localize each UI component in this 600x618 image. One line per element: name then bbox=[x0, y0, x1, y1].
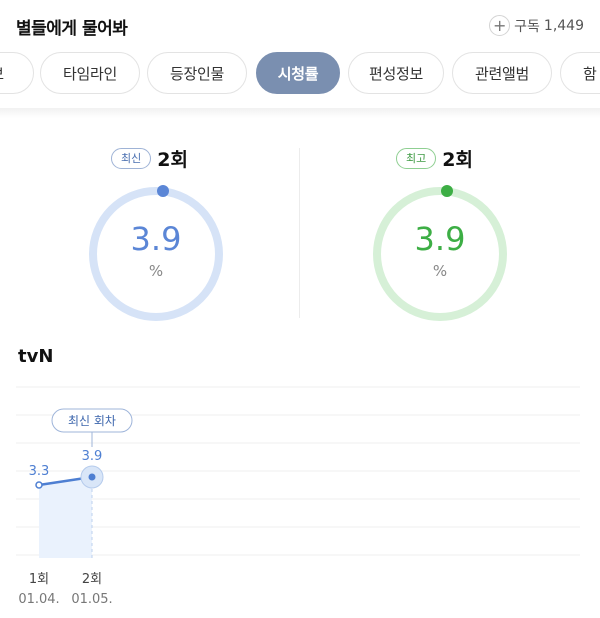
tab-label: 보 bbox=[0, 63, 4, 84]
latest-episode: 2회 bbox=[157, 149, 188, 171]
ratings-chart: 3.3 3.9 최신 회차 1회 01.04. 2회 01.05. bbox=[16, 386, 580, 607]
tab-label: 등장인물 bbox=[169, 64, 224, 83]
tab-timeline[interactable]: 타임라인 bbox=[40, 52, 140, 94]
program-title: 별들에게 물어봐 bbox=[16, 19, 128, 39]
x-tick-episode: 1회 bbox=[29, 572, 49, 587]
tab-shadow bbox=[0, 108, 600, 118]
latest-rating-unit: % bbox=[148, 262, 164, 280]
ring-indicator bbox=[441, 185, 453, 197]
x-tick-date: 01.04. bbox=[18, 592, 59, 607]
highest-badge: 최고 bbox=[396, 148, 437, 169]
gauge-divider bbox=[299, 148, 300, 318]
highest-rating-unit: % bbox=[432, 262, 448, 280]
header: 별들에게 물어봐 + 구독 1,449 bbox=[0, 0, 600, 52]
subscribe-count: 1,449 bbox=[543, 17, 584, 34]
x-tick-episode: 2회 bbox=[82, 572, 102, 587]
tab-more[interactable]: 함 bbox=[560, 52, 600, 94]
latest-callout-label: 최신 회차 bbox=[68, 414, 116, 428]
data-point bbox=[35, 481, 43, 489]
network-label: tvN bbox=[18, 346, 54, 367]
tab-characters[interactable]: 등장인물 bbox=[147, 52, 247, 94]
series-area bbox=[39, 477, 92, 558]
highest-rating-value: 3.9 bbox=[414, 220, 466, 258]
tab-schedule[interactable]: 편성정보 bbox=[348, 52, 444, 94]
tab-label: 편성정보 bbox=[368, 64, 423, 83]
subscribe-button[interactable]: + 구독 1,449 bbox=[489, 15, 584, 36]
tab-label: 함 bbox=[583, 64, 597, 83]
tab-info[interactable]: 보 bbox=[0, 52, 34, 94]
ring-indicator bbox=[157, 185, 169, 197]
tab-albums[interactable]: 관련앨범 bbox=[452, 52, 552, 94]
tab-ratings[interactable]: 시청률 bbox=[256, 52, 340, 94]
data-label: 3.3 bbox=[29, 464, 50, 479]
latest-badge: 최신 bbox=[111, 148, 152, 169]
tab-label: 타임라인 bbox=[62, 64, 117, 83]
data-label: 3.9 bbox=[82, 449, 103, 464]
x-tick-date: 01.05. bbox=[71, 592, 112, 607]
data-point bbox=[88, 473, 96, 481]
subscribe-label: 구독 bbox=[514, 18, 540, 35]
tab-label: 관련앨범 bbox=[474, 64, 529, 83]
highest-gauge-header: 최고 2회 bbox=[396, 145, 473, 172]
latest-rating-value: 3.9 bbox=[130, 220, 182, 258]
tab-label: 시청률 bbox=[277, 64, 319, 83]
plus-icon: + bbox=[489, 15, 511, 36]
highest-episode: 2회 bbox=[442, 149, 473, 171]
latest-gauge-header: 최신 2회 bbox=[111, 145, 188, 172]
tab-bar: 보 타임라인 등장인물 시청률 편성정보 관련앨범 함 bbox=[0, 52, 600, 98]
